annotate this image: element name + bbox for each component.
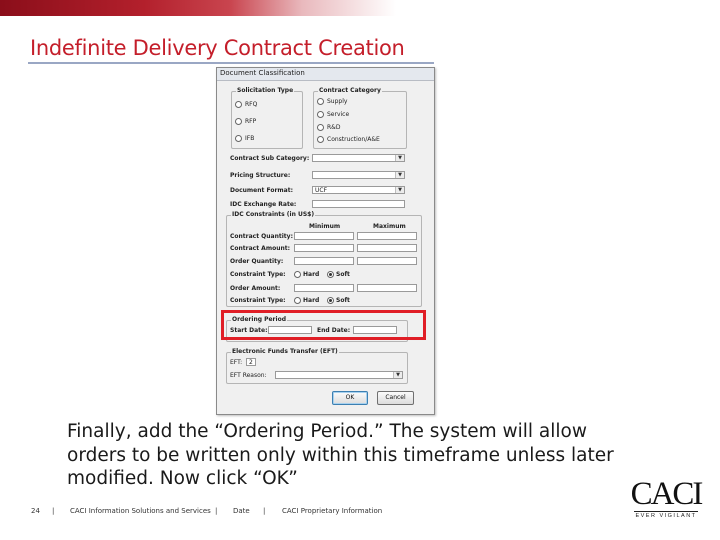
ordering-period-highlight	[221, 310, 426, 340]
minimum-column-header: Minimum	[309, 223, 341, 230]
contract-sub-category-select[interactable]: ▼	[312, 154, 405, 162]
footer-proprietary: CACI Proprietary Information	[282, 507, 383, 515]
dialog-title: Document Classification	[220, 69, 305, 77]
page-number: 24	[31, 507, 40, 515]
supply-label: Supply	[327, 98, 348, 105]
constraint-type-label-2: Constraint Type:	[230, 297, 286, 304]
chevron-down-icon: ▼	[395, 172, 404, 178]
chevron-down-icon: ▼	[395, 187, 404, 193]
top-accent-bar	[0, 0, 720, 16]
order-quantity-max-input[interactable]	[357, 257, 417, 265]
solicitation-type-legend: Solicitation Type	[236, 87, 295, 94]
radio-rnd[interactable]	[317, 124, 324, 131]
footer-separator: |	[52, 507, 55, 515]
contract-sub-category-label: Contract Sub Category:	[230, 155, 310, 162]
hard-label-2: Hard	[303, 297, 320, 304]
hard-label-1: Hard	[303, 271, 320, 278]
radio-hard-2[interactable]	[294, 297, 301, 304]
ifb-label: IFB	[245, 135, 255, 142]
order-amount-min-input[interactable]	[294, 284, 354, 292]
eft-reason-label: EFT Reason:	[230, 372, 267, 379]
document-format-select[interactable]: UCF ▼	[312, 186, 405, 194]
maximum-column-header: Maximum	[373, 223, 406, 230]
contract-quantity-label: Contract Quantity:	[230, 233, 293, 240]
contract-amount-max-input[interactable]	[357, 244, 417, 252]
cancel-button[interactable]: Cancel	[377, 391, 414, 405]
eft-reason-select[interactable]: ▼	[275, 371, 403, 379]
document-format-label: Document Format:	[230, 187, 293, 194]
dialog-title-bar: Document Classification	[217, 68, 434, 81]
contract-category-legend: Contract Category	[318, 87, 382, 94]
radio-construction[interactable]	[317, 136, 324, 143]
eft-input[interactable]: 2	[246, 358, 256, 366]
order-quantity-label: Order Quantity:	[230, 258, 284, 265]
radio-soft-1[interactable]	[327, 271, 334, 278]
soft-label-2: Soft	[336, 297, 350, 304]
radio-supply[interactable]	[317, 98, 324, 105]
ok-button[interactable]: OK	[332, 391, 368, 405]
radio-soft-2[interactable]	[327, 297, 334, 304]
caci-logo-text: CACI	[630, 476, 704, 512]
eft-label: EFT:	[230, 359, 243, 366]
radio-rfq[interactable]	[235, 101, 242, 108]
chevron-down-icon: ▼	[395, 155, 404, 161]
rnd-label: R&D	[327, 124, 341, 131]
service-label: Service	[327, 111, 350, 118]
constraint-type-label-1: Constraint Type:	[230, 271, 286, 278]
footer-separator: |	[263, 507, 266, 515]
document-format-value: UCF	[315, 187, 328, 194]
logo-divider	[634, 511, 698, 512]
slide-title: Indefinite Delivery Contract Creation	[30, 36, 405, 60]
footer-company: CACI Information Solutions and Services	[70, 507, 211, 515]
document-classification-dialog: Document Classification Solicitation Typ…	[216, 67, 435, 415]
chevron-down-icon: ▼	[393, 372, 402, 378]
pricing-structure-select[interactable]: ▼	[312, 171, 405, 179]
order-quantity-min-input[interactable]	[294, 257, 354, 265]
eft-group: Electronic Funds Transfer (EFT)	[226, 348, 408, 384]
eft-legend: Electronic Funds Transfer (EFT)	[231, 348, 339, 355]
idc-exchange-rate-input[interactable]	[312, 200, 405, 208]
order-amount-label: Order Amount:	[230, 285, 281, 292]
radio-rfp[interactable]	[235, 118, 242, 125]
radio-ifb[interactable]	[235, 135, 242, 142]
instruction-caption: Finally, add the “Ordering Period.” The …	[67, 421, 614, 489]
rfp-label: RFP	[245, 118, 257, 125]
radio-hard-1[interactable]	[294, 271, 301, 278]
idc-exchange-rate-label: IDC Exchange Rate:	[230, 201, 297, 208]
contract-amount-min-input[interactable]	[294, 244, 354, 252]
soft-label-1: Soft	[336, 271, 350, 278]
pricing-structure-label: Pricing Structure:	[230, 172, 291, 179]
footer-date: Date	[233, 507, 250, 515]
construction-label: Construction/A&E	[327, 136, 380, 143]
title-underline	[28, 62, 434, 64]
idc-constraints-legend: IDC Constraints (in US$)	[231, 211, 316, 218]
order-amount-max-input[interactable]	[357, 284, 417, 292]
radio-service[interactable]	[317, 111, 324, 118]
contract-quantity-max-input[interactable]	[357, 232, 417, 240]
footer-separator: |	[215, 507, 218, 515]
caci-logo-tagline: EVER VIGILANT	[635, 513, 697, 519]
caci-logo: CACI EVER VIGILANT	[630, 476, 704, 522]
rfq-label: RFQ	[245, 101, 258, 108]
contract-amount-label: Contract Amount:	[230, 245, 291, 252]
contract-quantity-min-input[interactable]	[294, 232, 354, 240]
